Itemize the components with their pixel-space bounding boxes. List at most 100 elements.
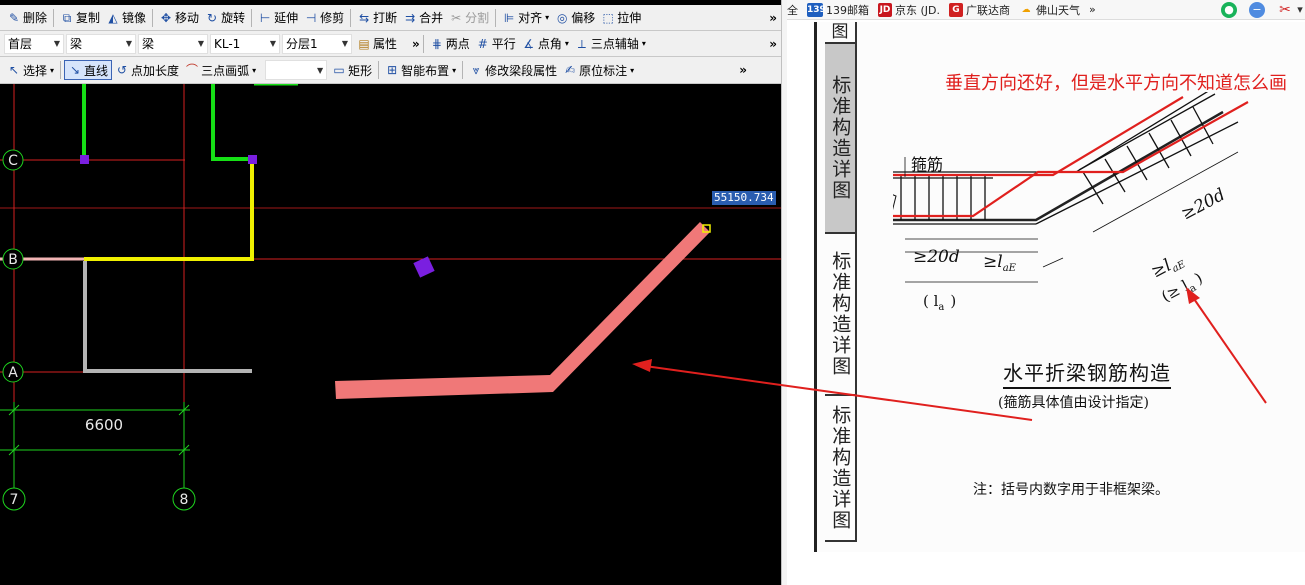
red-annotation-text: 垂直方向还好，但是水平方向不知道怎么画: [945, 73, 1287, 94]
side-tab-top: 图: [825, 22, 857, 44]
figure-subtitle: (箍筋具体值由设计指定): [998, 395, 1149, 411]
split-button[interactable]: ✂ 分割: [446, 8, 492, 28]
axis-label-b: B: [8, 252, 18, 268]
beam-gray[interactable]: [83, 261, 252, 373]
merge-button[interactable]: ⇉ 合并: [400, 8, 446, 28]
break-label: 打断: [373, 11, 398, 25]
copy-button[interactable]: ⧉ 复制: [57, 8, 103, 28]
rect-label: 矩形: [348, 63, 373, 78]
three-point-arc-button[interactable]: ⌒ 三点画弧 ▾: [182, 60, 259, 80]
browser-extension-icons: ● − ✂ ▾: [1209, 0, 1305, 19]
axis-two-point-icon: ⋕: [431, 36, 442, 51]
drawing-canvas[interactable]: 6600 C B A 7 8: [0, 84, 781, 585]
point-length-icon: ↺: [117, 63, 128, 77]
side-tab: 标准构造详图: [825, 396, 857, 542]
bookmark-item[interactable]: G 广联达商: [949, 2, 1010, 18]
toolbar-separator: [251, 8, 253, 27]
chevron-down-icon: ▼: [269, 39, 276, 48]
floor-select-value: 首层: [8, 37, 33, 51]
origin-mark-button[interactable]: ✍ 原位标注 ▾: [560, 60, 637, 80]
document-footer-area: [814, 552, 1305, 585]
stirrups-right: [1078, 93, 1216, 205]
coordinate-readout[interactable]: 55150.734: [712, 191, 776, 205]
break-button[interactable]: ⇆ 打断: [354, 8, 400, 28]
scissors-icon[interactable]: ✂: [1277, 2, 1293, 18]
layer-select[interactable]: 分层1 ▼: [282, 33, 352, 54]
extend-button[interactable]: ⊢ 延伸: [255, 8, 301, 28]
bookmark-item[interactable]: ☁ 佛山天气: [1019, 2, 1081, 18]
beam-detail-drawing: b 箍筋 ≥20d ≥laE ( la) ≥20d ≥laE (≥ la): [893, 92, 1249, 313]
mirror-button[interactable]: ◭ 镜像: [103, 8, 149, 28]
smart-layout-label: 智能布置: [401, 63, 450, 78]
arc-option-select[interactable]: ▼: [265, 60, 328, 80]
parallel-axis-button[interactable]: # 平行: [473, 34, 519, 54]
chat-extension-icon[interactable]: ●: [1221, 2, 1237, 18]
type-select[interactable]: 梁 ▼: [138, 33, 208, 54]
offset-button[interactable]: ◎ 偏移: [552, 8, 598, 28]
rectangle-icon: ▭: [333, 63, 345, 77]
jd-icon: JD: [878, 2, 892, 17]
d20-right-label: ≥20d: [1178, 185, 1229, 225]
component-select[interactable]: KL-1 ▼: [210, 33, 280, 54]
properties-button[interactable]: ▤ 属性: [354, 34, 400, 54]
toolbar-overflow-icon[interactable]: »: [769, 37, 777, 51]
chevron-down-icon: ▼: [316, 65, 324, 75]
toolbar-overflow-icon[interactable]: »: [739, 63, 747, 77]
bookmark-label: 广联达商: [966, 3, 1010, 17]
minus-extension-icon[interactable]: −: [1249, 2, 1265, 18]
origin-mark-icon: ✍: [565, 63, 576, 77]
toolbar-overflow-icon[interactable]: »: [412, 37, 420, 51]
rectangle-button[interactable]: ▭ 矩形: [329, 60, 375, 80]
stretch-button[interactable]: ⬚ 拉伸: [598, 8, 644, 28]
stretch-icon: ⬚: [602, 10, 614, 25]
type-select-value: 梁: [142, 37, 155, 51]
toolbar-separator: [462, 61, 464, 79]
offset-icon: ◎: [556, 10, 568, 25]
bookmarks-overflow[interactable]: »: [1089, 3, 1096, 16]
axis-label-a: A: [8, 365, 18, 381]
beam-green-right[interactable]: [211, 84, 252, 161]
delete-button[interactable]: ✎ 删除: [4, 8, 50, 28]
select-button[interactable]: ↖ 选择 ▾: [4, 60, 57, 80]
toolbar-overflow-icon[interactable]: »: [769, 11, 777, 25]
browser-window: 全 139 139邮箱 JD 京东 (JD. G 广联达商 ☁ 佛山天气 » ● − ✂…: [787, 0, 1305, 585]
beam-node[interactable]: [80, 155, 89, 164]
extend-label: 延伸: [274, 11, 299, 25]
side-tab-text: 标准构造详图: [829, 75, 852, 201]
weather-icon: ☁: [1021, 4, 1031, 15]
align-button[interactable]: ⊫ 对齐 ▾: [499, 8, 552, 28]
bookmark-item[interactable]: 全: [787, 2, 798, 18]
two-point-axis-button[interactable]: ⋕ 两点: [427, 34, 473, 54]
properties-label: 属性: [373, 37, 398, 51]
layer-select-value: 分层1: [286, 37, 318, 51]
beam-yellow[interactable]: [84, 160, 254, 261]
selected-node[interactable]: [413, 256, 435, 278]
parallel-label: 平行: [491, 37, 516, 51]
origin-mark-label: 原位标注: [579, 63, 628, 78]
dimension-line: [1042, 257, 1064, 268]
cursor-icon: ↖: [8, 63, 20, 77]
line-button[interactable]: ↘ 直线: [64, 60, 113, 80]
copy-icon: ⧉: [62, 10, 72, 25]
chevron-down-icon[interactable]: ▾: [1295, 2, 1305, 18]
three-point-axis-button[interactable]: ⟂ 三点辅轴 ▾: [572, 34, 649, 54]
beam-node[interactable]: [248, 155, 257, 164]
rotate-label: 旋转: [221, 11, 246, 25]
trim-button[interactable]: ⊣ 修剪: [301, 8, 347, 28]
bookmark-item[interactable]: JD 京东 (JD.: [878, 2, 940, 18]
point-angle-axis-button[interactable]: ∡ 点角 ▾: [519, 34, 572, 54]
move-icon: ✥: [161, 10, 172, 25]
folded-beam[interactable]: [335, 222, 710, 399]
modify-beam-segment-button[interactable]: ⩔ 修改梁段属性: [466, 60, 560, 80]
move-button[interactable]: ✥ 移动: [156, 8, 202, 28]
bookmark-item[interactable]: 139 139邮箱: [807, 2, 869, 18]
edit-toolbar: ✎ 删除 ⧉ 复制 ◭ 镜像 ✥ 移动 ↻ 旋转 ⊢ 延伸 ⊣ 修剪 ⇆ 打断 ⇉ 合并 ✂ 分割 …: [0, 5, 781, 31]
smart-layout-button[interactable]: ⊞ 智能布置 ▾: [382, 60, 459, 80]
mirror-label: 镜像: [122, 11, 147, 25]
side-tab-text: 标准构造详图: [829, 405, 852, 531]
category-select[interactable]: 梁 ▼: [66, 33, 136, 54]
rotate-button[interactable]: ↻ 旋转: [202, 8, 248, 28]
lae-left-label: ≥laE: [983, 252, 1017, 274]
floor-select[interactable]: 首层 ▼: [4, 33, 64, 54]
point-length-button[interactable]: ↺ 点加长度: [112, 60, 182, 80]
